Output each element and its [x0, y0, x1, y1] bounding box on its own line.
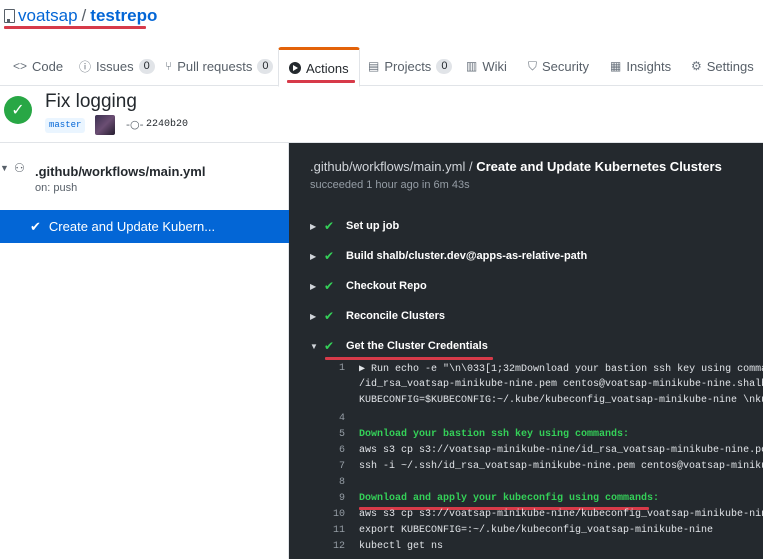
tab-insights[interactable]: ▦ Insights [610, 46, 671, 86]
highlight-underline-actions [287, 80, 355, 83]
workflow-trigger: on: push [35, 182, 78, 194]
step-label: Get the Cluster Credentials [346, 340, 488, 352]
expand-caret-icon: ▶ [310, 221, 317, 231]
commit-sha[interactable]: 2240b20 [146, 119, 188, 130]
tab-code-label: Code [32, 58, 64, 74]
tab-pull-requests[interactable]: ⑂ Pull requests 0 [165, 46, 274, 86]
tab-issues-label: Issues [96, 58, 134, 74]
step-checkout-repo[interactable]: ▶ ✔ Checkout Repo [310, 276, 427, 296]
expand-caret-icon: ▶ [310, 281, 317, 291]
tab-insights-label: Insights [626, 58, 672, 74]
tab-security[interactable]: ⛉ Security [528, 46, 589, 86]
workflow-icon: ⚇ [14, 161, 25, 175]
log-job-title: Create and Update Kubernetes Clusters [476, 159, 722, 174]
log-workflow-path: .github/workflows/main.yml [310, 159, 466, 174]
step-label: Reconcile Clusters [346, 310, 446, 322]
tab-wiki-label: Wiki [482, 58, 507, 74]
log-header: .github/workflows/main.yml / Create and … [310, 159, 722, 174]
tab-projects-count: 0 [436, 58, 453, 74]
workflow-sidebar: ▼ ⚇ .github/workflows/main.yml on: push … [0, 143, 289, 559]
book-icon: ▥ [466, 59, 478, 73]
run-title: Fix logging [45, 91, 137, 112]
issue-icon: ⓘ [79, 59, 92, 74]
repo-nav-tabs: <> Code ⓘ Issues 0 ⑂ Pull requests 0 Act… [0, 46, 763, 87]
step-set-up-job[interactable]: ▶ ✔ Set up job [310, 216, 399, 236]
tab-projects-label: Projects [384, 58, 432, 74]
log-path-separator: / [468, 159, 473, 174]
highlight-underline-step [325, 357, 493, 360]
step-label: Set up job [346, 220, 400, 232]
tab-wiki[interactable]: ▥ Wiki [466, 46, 507, 86]
collapse-caret-icon[interactable]: ▼ [0, 163, 9, 173]
expand-caret-icon: ▶ [310, 311, 317, 321]
play-icon [289, 62, 301, 74]
tab-code[interactable]: <> Code [13, 46, 63, 86]
project-icon: ▤ [368, 59, 380, 73]
tab-security-label: Security [542, 58, 589, 74]
check-icon: ✔ [324, 309, 335, 323]
log-panel: .github/workflows/main.yml / Create and … [289, 143, 763, 559]
repo-owner-link[interactable]: voatsap [18, 6, 78, 26]
check-icon: ✔ [30, 218, 41, 234]
commit-icon: -○- [126, 118, 144, 131]
tab-issues-count: 0 [138, 58, 155, 74]
step-label: Checkout Repo [346, 280, 427, 292]
tab-pull-requests-count: 0 [257, 58, 274, 74]
tab-actions-label: Actions [306, 60, 349, 76]
run-success-icon: ✓ [4, 96, 32, 124]
avatar[interactable] [95, 115, 115, 135]
gear-icon: ⚙ [691, 59, 702, 73]
check-icon: ✔ [324, 219, 335, 233]
code-icon: <> [13, 59, 28, 73]
graph-icon: ▦ [610, 59, 622, 73]
check-icon: ✔ [324, 279, 335, 293]
collapse-caret-icon: ▼ [310, 341, 318, 351]
step-get-cluster-credentials[interactable]: ▼ ✔ Get the Cluster Credentials [310, 336, 488, 356]
expand-caret-icon: ▶ [310, 251, 317, 261]
tab-settings-label: Settings [706, 58, 754, 74]
highlight-underline-repo [4, 26, 146, 29]
tab-pull-requests-label: Pull requests [177, 58, 253, 74]
repo-separator: / [81, 6, 87, 25]
pull-request-icon: ⑂ [165, 59, 173, 73]
tab-issues[interactable]: ⓘ Issues 0 [79, 46, 155, 86]
job-item-label: Create and Update Kubern... [48, 219, 216, 234]
step-build[interactable]: ▶ ✔ Build shalb/cluster.dev@apps-as-rela… [310, 246, 587, 266]
step-reconcile-clusters[interactable]: ▶ ✔ Reconcile Clusters [310, 306, 445, 326]
workflow-name[interactable]: .github/workflows/main.yml [35, 164, 205, 179]
check-icon: ✔ [324, 339, 335, 353]
branch-badge[interactable]: master [45, 118, 86, 133]
repo-icon [4, 9, 15, 23]
tab-projects[interactable]: ▤ Projects 0 [368, 46, 453, 86]
job-item-selected[interactable]: ✔ Create and Update Kubern... [0, 210, 289, 243]
repo-name-link[interactable]: testrepo [90, 6, 157, 26]
shield-icon: ⛉ [528, 58, 538, 73]
tab-settings[interactable]: ⚙ Settings [691, 46, 754, 86]
step-label: Build shalb/cluster.dev@apps-as-relative… [346, 250, 588, 262]
check-icon: ✔ [324, 249, 335, 263]
repo-breadcrumb: voatsap / testrepo [4, 4, 157, 28]
log-status: succeeded 1 hour ago in 6m 43s [310, 179, 470, 191]
